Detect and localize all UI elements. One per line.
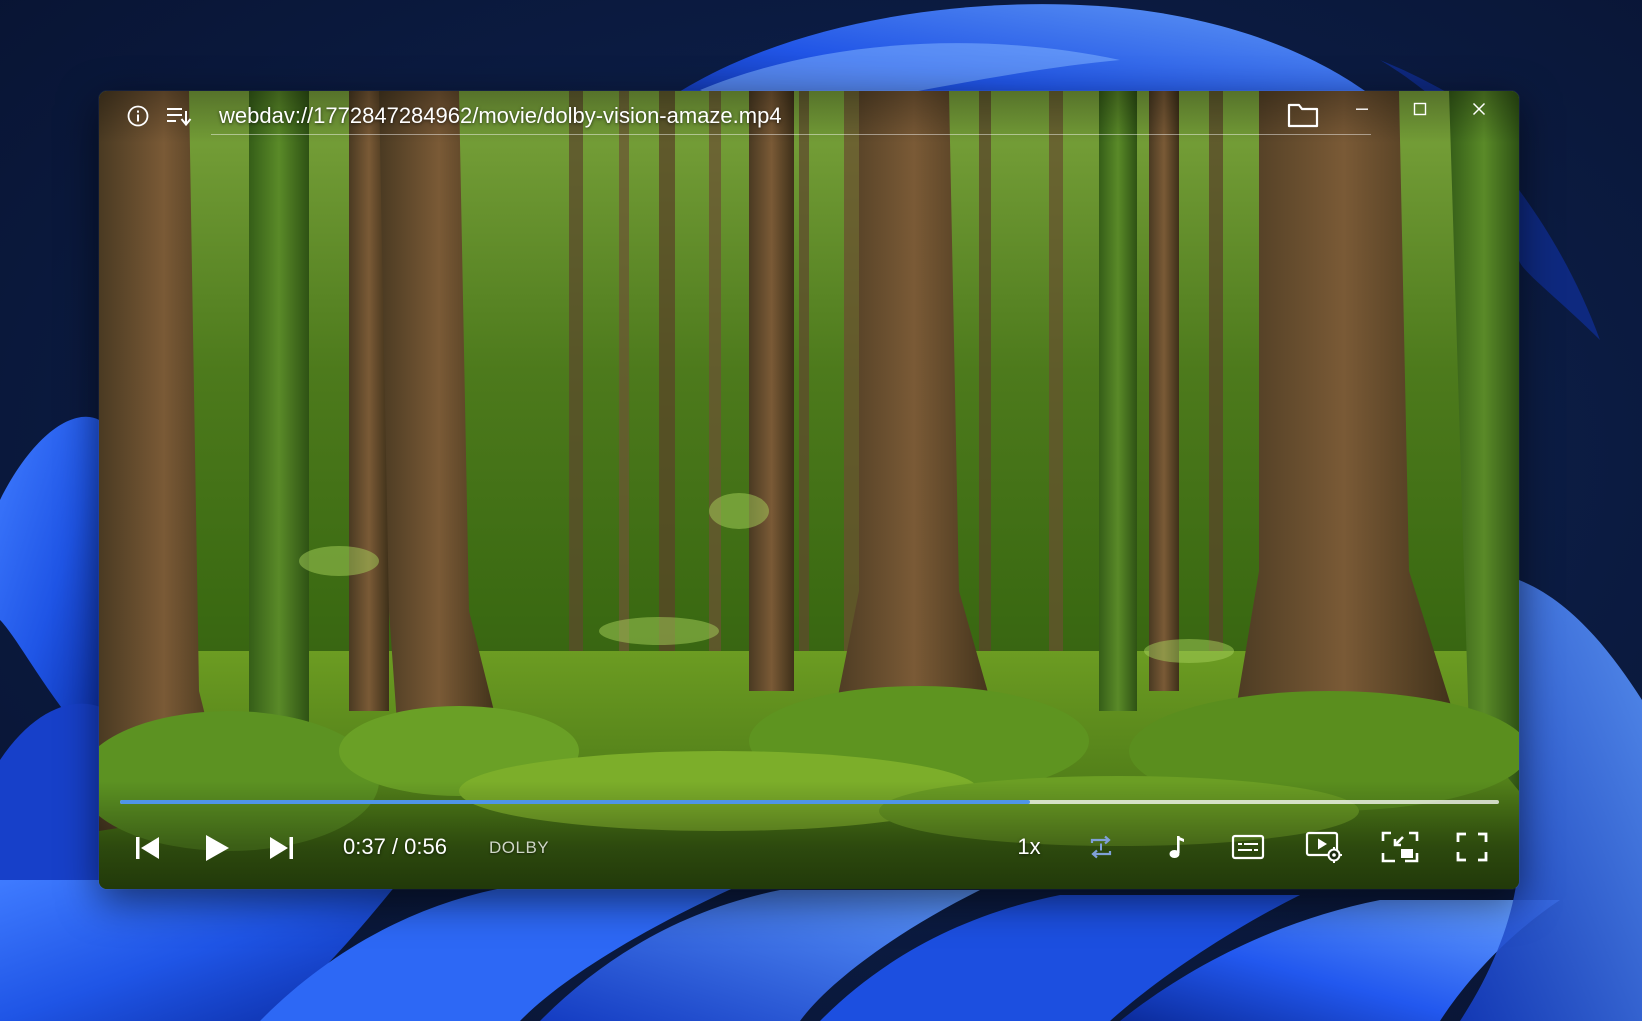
video-player-window: webdav://1772847284962/movie/dolby-visio… bbox=[99, 91, 1519, 889]
subtitles-icon[interactable] bbox=[1228, 829, 1268, 865]
file-path[interactable]: webdav://1772847284962/movie/dolby-visio… bbox=[219, 102, 1279, 130]
folder-icon[interactable] bbox=[1284, 98, 1322, 132]
minimize-icon[interactable] bbox=[1344, 96, 1380, 122]
file-path-underline bbox=[211, 134, 1371, 135]
video-settings-icon[interactable] bbox=[1303, 827, 1345, 867]
playlist-icon[interactable] bbox=[162, 100, 196, 132]
skip-previous-icon[interactable] bbox=[128, 830, 166, 866]
fullscreen-icon[interactable] bbox=[1452, 829, 1492, 865]
dolby-badge: DOLBY bbox=[489, 838, 550, 857]
play-icon[interactable] bbox=[197, 828, 237, 868]
info-icon[interactable] bbox=[122, 100, 154, 132]
playback-time: 0:37 / 0:56 bbox=[343, 834, 447, 859]
video-content bbox=[99, 91, 1519, 889]
video-frame[interactable] bbox=[99, 91, 1519, 889]
music-note-icon[interactable] bbox=[1159, 830, 1193, 864]
skip-next-icon[interactable] bbox=[263, 830, 301, 866]
mini-player-icon[interactable] bbox=[1379, 828, 1421, 866]
maximize-icon[interactable] bbox=[1402, 96, 1438, 122]
repeat-icon[interactable] bbox=[1083, 830, 1119, 864]
close-icon[interactable] bbox=[1461, 96, 1497, 122]
seek-progress bbox=[120, 800, 1031, 804]
playback-speed-button[interactable]: 1x bbox=[1009, 832, 1049, 862]
title-bar: webdav://1772847284962/movie/dolby-visio… bbox=[99, 91, 1519, 143]
seek-bar[interactable] bbox=[120, 800, 1499, 804]
